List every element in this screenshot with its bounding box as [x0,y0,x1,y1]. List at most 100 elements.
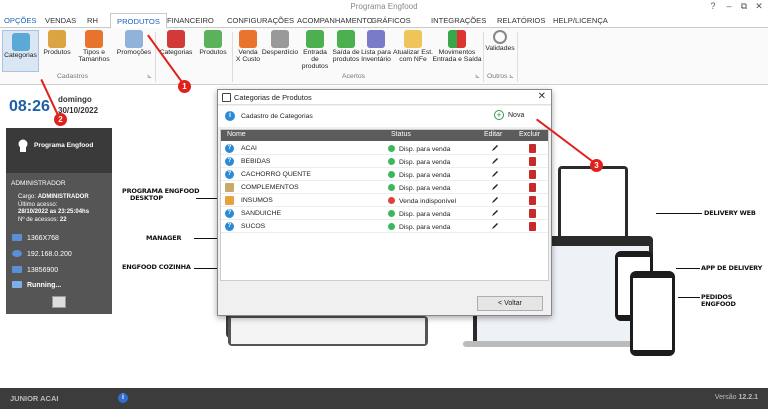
entrada-produtos-button[interactable]: Entrada de produtos [299,30,331,70]
pencil-icon[interactable] [491,157,499,165]
serial-row: 13856900 [12,266,58,274]
ribbon: Categorias Produtos Tipos e Tamanhos Pro… [0,28,768,85]
trash-icon[interactable] [529,144,536,153]
available-dot-icon [388,145,395,152]
trash-icon[interactable] [529,157,536,166]
ultimo-acesso-value: 28/10/2022 as 23:25:04hs [18,209,90,215]
tab-produtos[interactable]: PRODUTOS [110,13,167,29]
nova-button[interactable]: Nova [508,112,524,119]
atualizar-nfe-button[interactable]: Atualizar Est. com NFe [392,30,434,63]
desperdicio-button[interactable]: Desperdício [261,30,299,56]
info-icon[interactable]: i [118,393,128,403]
manager-label: MANAGER [146,234,182,242]
title-bar: Programa Engfood ? – ⧉ ✕ [0,0,768,13]
categorias-button[interactable]: Categorias [2,30,39,72]
id-card-icon [12,266,22,273]
resolution-value: 1366X768 [27,235,59,242]
trash-icon[interactable] [529,183,536,192]
table-row[interactable]: COMPLEMENTOS Disp. para venda [221,181,548,194]
categorias2-label: Categorias [159,49,193,56]
col-status: Status [391,131,411,138]
atualizar-label-1: Atualizar Est. [392,49,434,56]
ribbon-separator [483,32,484,82]
status-value: Running... [27,282,62,289]
row-status-text: Disp. para venda [399,172,451,179]
table-row[interactable]: ? SUCOS Disp. para venda [221,220,548,233]
tipos-tamanhos-button[interactable]: Tipos e Tamanhos [77,30,111,63]
close-icon[interactable]: ✕ [538,91,546,102]
venda-custo-button[interactable]: Venda X Custo [234,30,262,63]
pencil-icon[interactable] [491,144,499,152]
question-icon: ? [225,209,234,218]
group-cadastros-expand-icon[interactable]: ⊾ [147,73,152,80]
ip-value: 192.168.0.200 [27,251,72,258]
group-outros-expand-icon[interactable]: ⊾ [509,73,514,80]
atualizar-label-2: com NFe [399,56,427,63]
tab-rh[interactable]: RH [87,16,98,25]
money-bag-icon [204,30,222,48]
group-acertos: Acertos [342,73,366,80]
maximize-button[interactable]: ⧉ [737,1,751,12]
trash-icon[interactable] [529,196,536,205]
tab-financeiro[interactable]: FINANCEIRO [167,16,214,25]
tab-integracoes[interactable]: INTEGRAÇÕES [431,16,486,25]
tab-opcoes[interactable]: OPÇÕES [4,16,37,25]
pencil-icon[interactable] [491,196,499,204]
cargo-value: ADMINISTRADOR [37,194,89,200]
movimentos-label-2: Entrada e Saída [432,56,482,63]
movimentos-button[interactable]: Movimentos Entrada e Saída [432,30,482,63]
tab-graficos[interactable]: GRÁFICOS [371,16,411,25]
dialog-title: Categorias de Produtos [234,93,312,102]
categorias-financeiro-button[interactable]: Categorias [158,30,194,56]
label-line [656,213,702,214]
program-header: Programa Engfood [6,128,112,173]
promocoes-button[interactable]: Promoções [116,30,152,56]
calculator-icon [239,30,257,48]
group-acertos-expand-icon[interactable]: ⊾ [475,73,480,80]
voltar-button[interactable]: < Voltar [477,296,543,311]
row-name: ACAI [241,145,257,152]
entrada-label-1: Entrada de [303,49,327,63]
produtos-button[interactable]: Produtos [42,30,72,56]
pedidos-phone [630,271,675,356]
produtos-financeiro-button[interactable]: Produtos [197,30,229,56]
validades-button[interactable]: Validades [485,30,515,52]
table-row[interactable]: ? ACAI Disp. para venda [221,142,548,155]
table-row[interactable]: INSUMOS Venda indisponível [221,194,548,207]
ingredients-icon [225,196,234,205]
cargo-line: Cargo: ADMINISTRADOR [18,194,89,201]
tab-help-licenca[interactable]: HELP/LICENÇA [553,16,608,25]
table-row[interactable]: ? SANDUICHE Disp. para venda [221,207,548,220]
plus-circle-icon[interactable]: + [494,110,504,120]
minimize-button[interactable]: – [722,1,736,11]
tab-vendas[interactable]: VENDAS [45,16,76,25]
pencil-icon[interactable] [491,222,499,230]
movimentos-label-1: Movimentos [438,49,476,56]
help-button[interactable]: ? [706,1,720,11]
table-row[interactable]: ? BEBIDAS Disp. para venda [221,155,548,168]
pencil-icon[interactable] [491,183,499,191]
user-button[interactable] [52,296,66,308]
xml-file-icon [404,30,422,48]
close-button[interactable]: ✕ [752,1,766,12]
row-name: SANDUICHE [241,210,282,217]
lista-inventario-button[interactable]: Lista para Inventário [360,30,392,63]
row-status: Disp. para venda [388,171,450,179]
saida-produtos-button[interactable]: Saída de produtos [331,30,361,63]
row-name: COMPLEMENTOS [241,184,299,191]
tab-relatorios[interactable]: RELATÓRIOS [497,16,545,25]
label-line [678,297,700,298]
question-icon: ? [225,157,234,166]
trash-icon[interactable] [529,170,536,179]
pencil-icon[interactable] [491,209,499,217]
produtos2-label: Produtos [199,49,227,56]
available-dot-icon [388,184,395,191]
categorias-label: Categorias [4,52,37,59]
tab-acompanhamento[interactable]: ACOMPANHAMENTO [297,16,373,25]
pencil-icon[interactable] [491,170,499,178]
trash-icon[interactable] [529,222,536,231]
table-row[interactable]: ? CACHORRO QUENTE Disp. para venda [221,168,548,181]
tab-configuracoes[interactable]: CONFIGURAÇÕES [227,16,294,25]
row-status-text: Disp. para venda [399,159,451,166]
trash-icon[interactable] [529,209,536,218]
